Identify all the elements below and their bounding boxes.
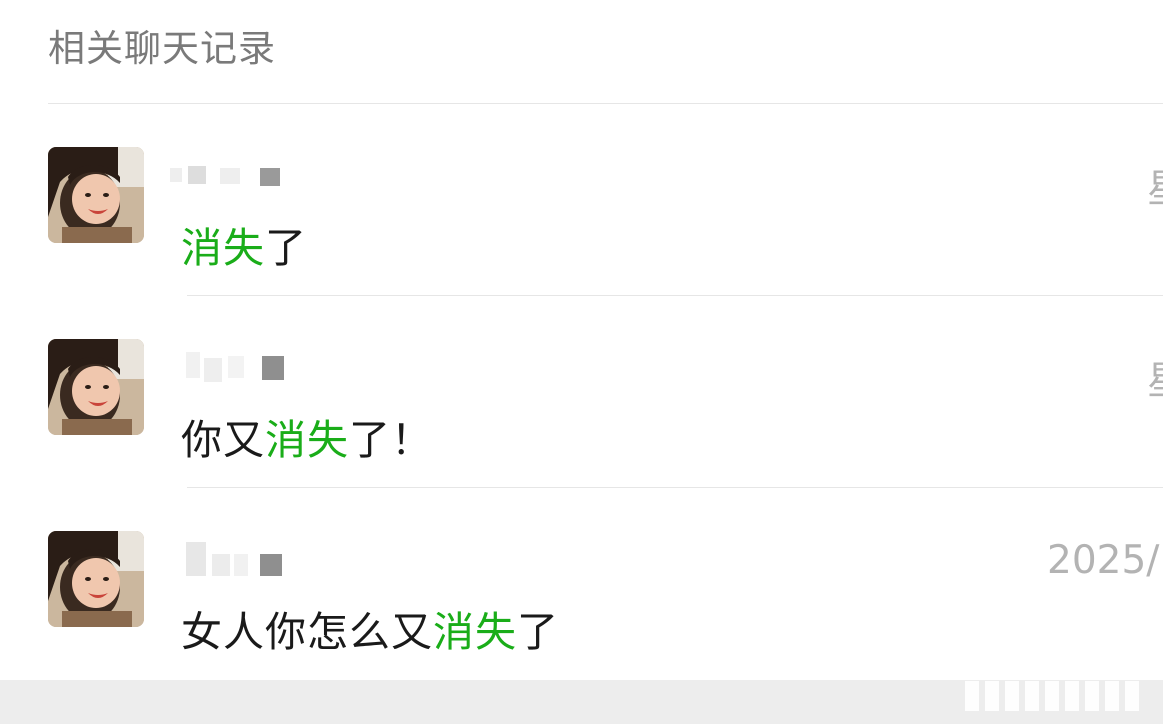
message-text: 女人你怎么又 bbox=[181, 608, 433, 656]
avatar[interactable] bbox=[48, 147, 144, 243]
chat-search-results-page: 相关聊天记录 星 消失了 bbox=[0, 0, 1163, 724]
page-title: 相关聊天记录 bbox=[48, 27, 276, 70]
message-text: 了 bbox=[517, 608, 559, 656]
contact-name-blurred bbox=[168, 164, 298, 200]
search-result-item[interactable]: 2025/ 女人你怎么又消失了 bbox=[0, 488, 1163, 680]
message-time: 2025/ bbox=[1047, 538, 1160, 583]
keyword-highlight: 消失 bbox=[433, 608, 517, 656]
search-result-item[interactable]: 星 你又消失了！ bbox=[0, 296, 1163, 488]
search-result-item[interactable]: 星 消失了 bbox=[0, 104, 1163, 296]
avatar[interactable] bbox=[48, 531, 144, 627]
keyword-highlight: 消失 bbox=[181, 224, 265, 272]
child-photo-avatar-icon bbox=[48, 531, 144, 627]
message-time: 星 bbox=[1147, 158, 1163, 214]
watermark-icon bbox=[965, 681, 1155, 713]
message-snippet: 消失了 bbox=[181, 214, 307, 274]
message-snippet: 你又消失了！ bbox=[181, 406, 433, 466]
message-text: 你又 bbox=[181, 416, 265, 464]
message-time: 星 bbox=[1147, 350, 1163, 406]
child-photo-avatar-icon bbox=[48, 339, 144, 435]
contact-name-blurred bbox=[168, 350, 298, 386]
message-snippet: 女人你怎么又消失了 bbox=[181, 598, 559, 658]
contact-name-blurred bbox=[168, 540, 298, 576]
keyword-highlight: 消失 bbox=[265, 416, 349, 464]
message-text: 了 bbox=[265, 224, 307, 272]
avatar[interactable] bbox=[48, 339, 144, 435]
child-photo-avatar-icon bbox=[48, 147, 144, 243]
message-text: 了！ bbox=[349, 416, 433, 464]
